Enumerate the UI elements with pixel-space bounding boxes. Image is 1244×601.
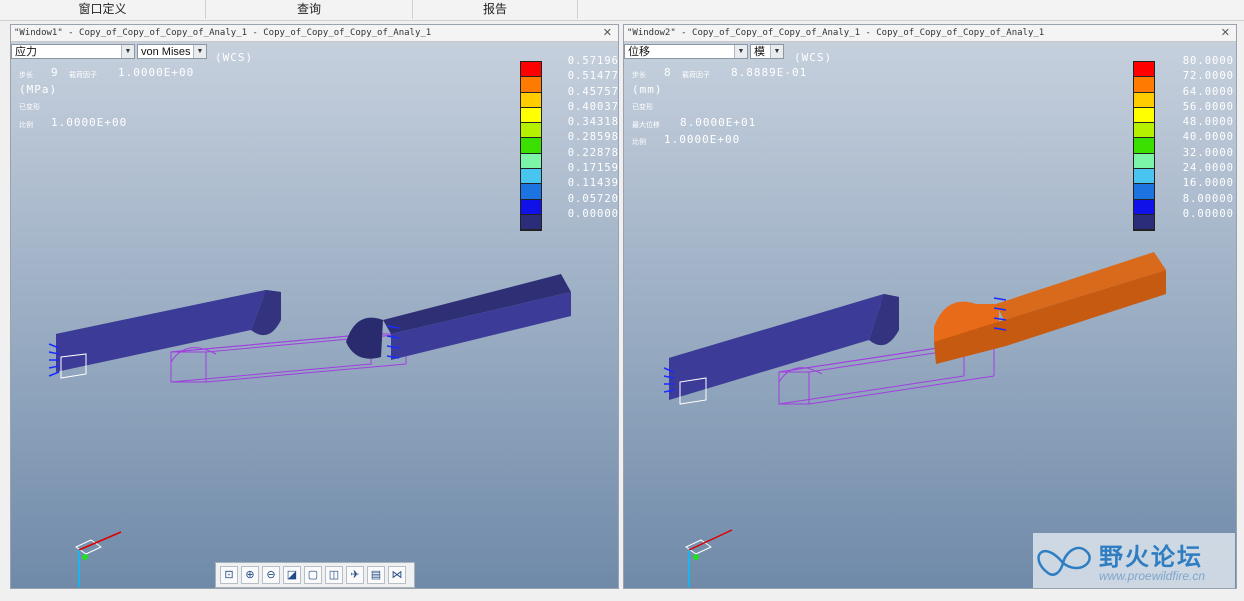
menu-query[interactable]: 查询 xyxy=(206,0,413,19)
watermark-url: www.proewildfire.cn xyxy=(1099,569,1206,583)
window2-title-text: "Window2" - Copy_of_Copy_of_Copy_of_Anal… xyxy=(627,28,1045,38)
window2-title: "Window2" - Copy_of_Copy_of_Copy_of_Anal… xyxy=(624,25,1236,42)
menu-report[interactable]: 报告 xyxy=(413,0,578,19)
window1-left-arm xyxy=(56,290,281,379)
spin-center-icon[interactable]: ✈ xyxy=(346,566,364,584)
display-style-icon[interactable]: ▤ xyxy=(367,566,385,584)
window1-model-view xyxy=(48,274,571,587)
animate-icon[interactable]: ⋈ xyxy=(388,566,406,584)
zoom-out-icon[interactable]: ⊖ xyxy=(262,566,280,584)
menu-bar: 窗口定义 查询 报告 xyxy=(0,0,1244,21)
window2-right-arm xyxy=(934,252,1166,364)
window1-coordinate-triad xyxy=(75,531,122,587)
window1-title: "Window1" - Copy_of_Copy_of_Copy_of_Anal… xyxy=(11,25,618,42)
zoom-in-icon[interactable]: ⊕ xyxy=(241,566,259,584)
window1-viewport[interactable]: 应力 ▼ von Mises ▼ (WCS) 步长 9 载荷因子 1.0000E… xyxy=(11,42,618,588)
close-icon[interactable]: ✕ xyxy=(603,25,612,41)
window2-coordinate-triad xyxy=(685,529,733,587)
saved-views-icon[interactable]: ▢ xyxy=(304,566,322,584)
watermark-title: 野火论坛 xyxy=(1099,543,1203,571)
window1-title-text: "Window1" - Copy_of_Copy_of_Copy_of_Anal… xyxy=(14,28,432,38)
window1-pane: "Window1" - Copy_of_Copy_of_Copy_of_Anal… xyxy=(10,24,619,589)
repaint-icon[interactable]: ◪ xyxy=(283,566,301,584)
butterfly-logo-icon xyxy=(1037,546,1091,576)
window1-right-arm xyxy=(346,274,571,360)
close-icon[interactable]: ✕ xyxy=(1221,25,1230,41)
view-toolbar: ⊡ ⊕ ⊖ ◪ ▢ ◫ ✈ ▤ ⋈ xyxy=(215,562,415,588)
watermark: 野火论坛 www.proewildfire.cn xyxy=(1033,533,1235,588)
window2-viewport[interactable]: 位移 ▼ 模 ▼ (WCS) 步长 8 载荷因子 8.8889E-01 (mm)… xyxy=(624,42,1236,588)
menu-window-definition[interactable]: 窗口定义 xyxy=(0,0,206,19)
window2-model-view xyxy=(663,252,1166,587)
named-view-icon[interactable]: ◫ xyxy=(325,566,343,584)
refit-icon[interactable]: ⊡ xyxy=(220,566,238,584)
window2-left-arm xyxy=(669,294,899,405)
window2-pane: "Window2" - Copy_of_Copy_of_Copy_of_Anal… xyxy=(623,24,1237,589)
